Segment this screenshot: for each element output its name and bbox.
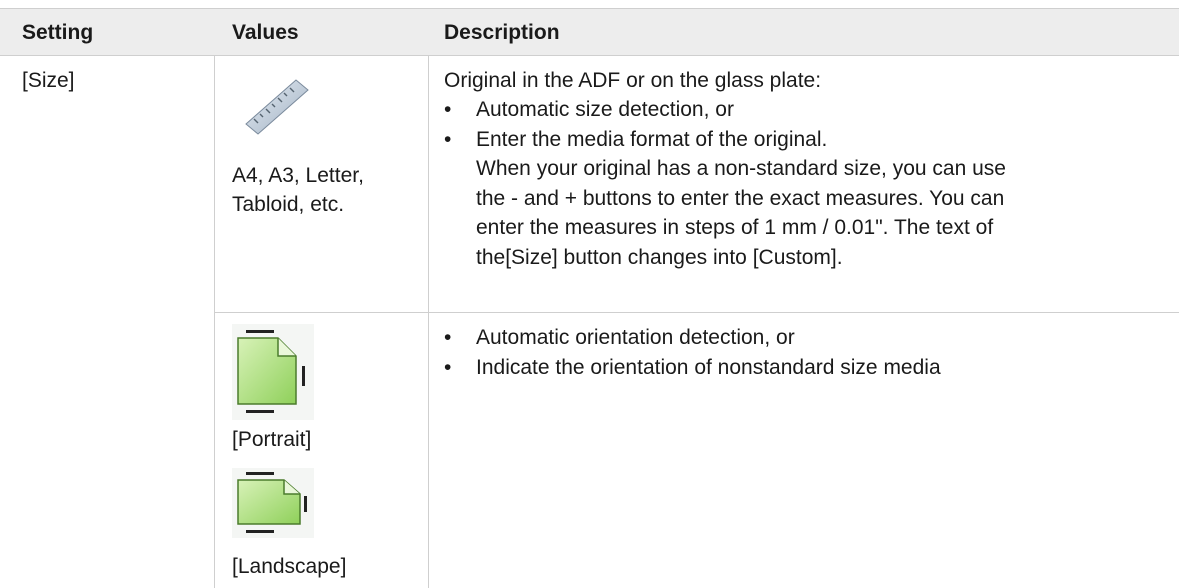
bullet-glyph: • <box>444 98 452 121</box>
value-size-line2: Tabloid, etc. <box>232 193 345 216</box>
column-divider <box>428 56 429 588</box>
column-divider <box>214 56 215 588</box>
header-values: Values <box>232 21 299 44</box>
bullet-glyph: • <box>444 326 452 349</box>
desc-continuation-line: the[Size] button changes into [Custom]. <box>476 246 843 269</box>
bullet-glyph: • <box>444 128 452 151</box>
desc-intro: Original in the ADF or on the glass plat… <box>444 69 822 92</box>
value-size-line1: A4, A3, Letter, <box>232 164 364 187</box>
table-header: Setting Values Description <box>0 8 1179 56</box>
bullet-glyph: • <box>444 356 452 379</box>
header-description: Description <box>444 21 560 44</box>
desc-continuation-line: the - and + buttons to enter the exact m… <box>476 187 1005 210</box>
desc-continuation-line: When your original has a non-standard si… <box>476 157 1006 180</box>
portrait-orientation-icon <box>232 324 314 420</box>
value-portrait-label: [Portrait] <box>232 428 312 451</box>
setting-size: [Size] <box>22 69 75 92</box>
settings-table: Setting Values Description [Size] A4, A3… <box>0 0 1179 588</box>
header-setting: Setting <box>22 21 94 44</box>
ruler-icon <box>240 74 312 138</box>
row-divider <box>214 312 1179 313</box>
desc-continuation-line: enter the measures in steps of 1 mm / 0.… <box>476 216 994 239</box>
value-landscape-label: [Landscape] <box>232 555 347 578</box>
landscape-orientation-icon <box>232 468 314 538</box>
